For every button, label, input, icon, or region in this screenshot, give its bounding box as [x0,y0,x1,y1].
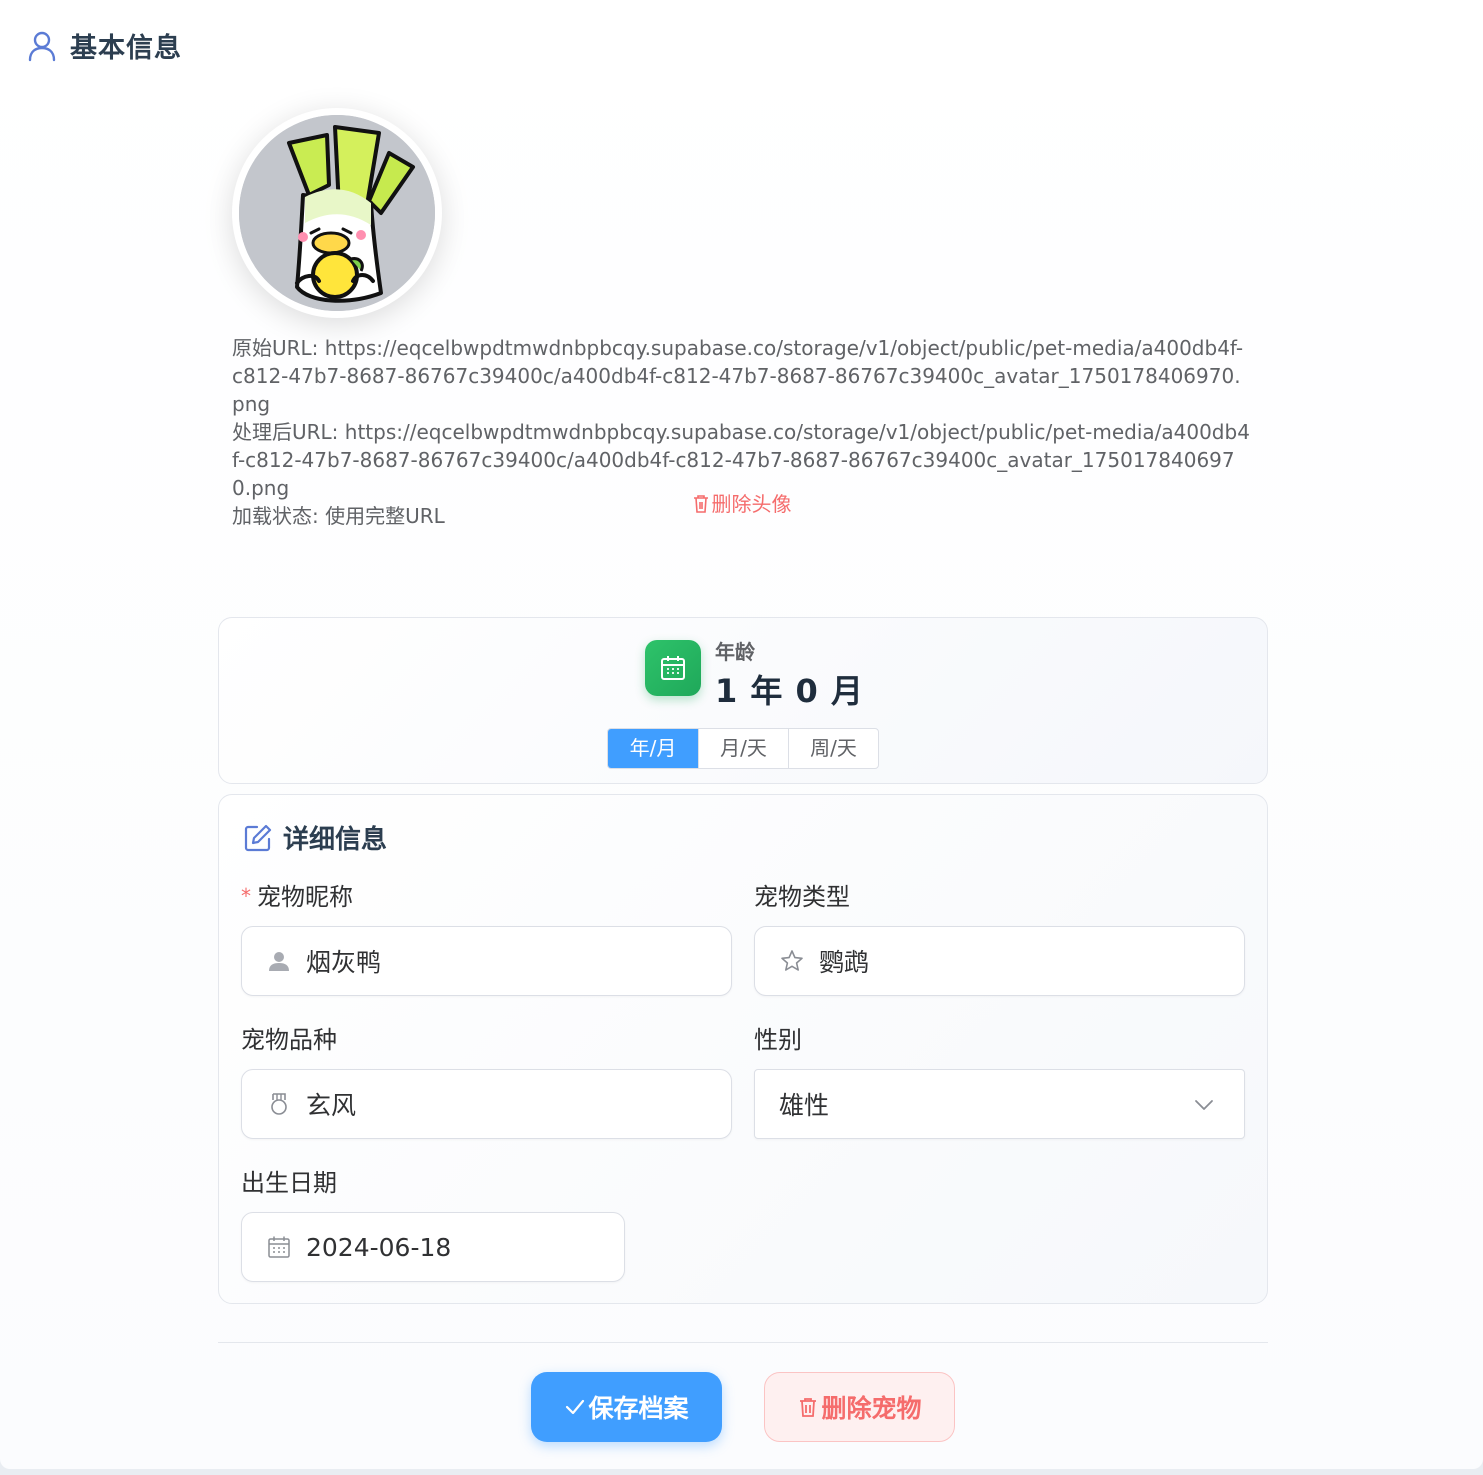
age-unit-tabs: 年/月 月/天 周/天 [607,728,879,769]
age-value: 1 年 0 月 [715,672,864,710]
avatar-image [239,115,435,311]
save-profile-button[interactable]: 保存档案 [531,1372,722,1442]
nickname-value: 烟灰鸭 [306,948,382,977]
breed-label: 宠物品种 [241,1026,337,1054]
details-title: 详细信息 [283,825,388,855]
section-title: 基本信息 [70,33,182,64]
age-card: 年龄 1 年 0 月 年/月 月/天 周/天 [218,617,1268,784]
delete-avatar-button[interactable]: 删除头像 [0,488,1483,517]
details-header: 详细信息 [243,819,387,856]
calendar-icon [645,640,701,696]
nickname-label-text: 宠物昵称 [257,883,353,911]
pet-profile-page: 基本信息 原始URL: https://eqcelbwpdtmwdnbpbcqy… [0,0,1483,1469]
details-card: 详细信息 * 宠物昵称 烟灰鸭 宠物类型 鹦鹉 宠物品种 玄风 性别 雄性 出生… [218,794,1268,1304]
birth-date-picker[interactable]: 2024-06-18 [241,1212,625,1282]
breed-input[interactable]: 玄风 [241,1069,732,1139]
tab-year-month[interactable]: 年/月 [608,729,698,768]
trash-icon [693,495,708,513]
check-icon [566,1399,585,1415]
type-input[interactable]: 鹦鹉 [754,926,1245,996]
user-icon [28,31,56,61]
user-icon [266,948,292,974]
birth-date-value: 2024-06-18 [306,1232,452,1262]
calendar-icon [266,1234,292,1260]
original-url-text: 原始URL: https://eqcelbwpdtmwdnbpbcqy.supa… [232,336,1244,416]
nickname-input[interactable]: 烟灰鸭 [241,926,732,996]
gender-value: 雄性 [779,1091,830,1120]
avatar[interactable] [232,108,442,318]
section-header: 基本信息 [28,26,182,65]
delete-pet-button[interactable]: 删除宠物 [764,1372,955,1442]
tab-month-day[interactable]: 月/天 [698,729,788,768]
type-label: 宠物类型 [754,883,850,911]
delete-pet-label: 删除宠物 [821,1394,922,1423]
age-label: 年龄 [715,640,755,664]
save-profile-label: 保存档案 [588,1394,689,1423]
birth-date-label: 出生日期 [241,1169,337,1197]
delete-avatar-label: 删除头像 [711,492,792,516]
breed-value: 玄风 [306,1091,357,1120]
gender-label: 性别 [754,1026,802,1054]
trash-icon [800,1398,817,1417]
medal-icon [266,1091,292,1117]
tab-week-day[interactable]: 周/天 [788,729,878,768]
star-icon [779,948,805,974]
divider [218,1342,1268,1343]
gender-select[interactable]: 雄性 [754,1069,1245,1139]
edit-icon [244,824,272,851]
required-mark: * [241,884,251,908]
nickname-label: * 宠物昵称 [241,877,353,912]
leek-mascot-image [239,115,435,311]
type-value: 鹦鹉 [819,948,870,977]
chevron-down-icon [1195,1100,1213,1110]
